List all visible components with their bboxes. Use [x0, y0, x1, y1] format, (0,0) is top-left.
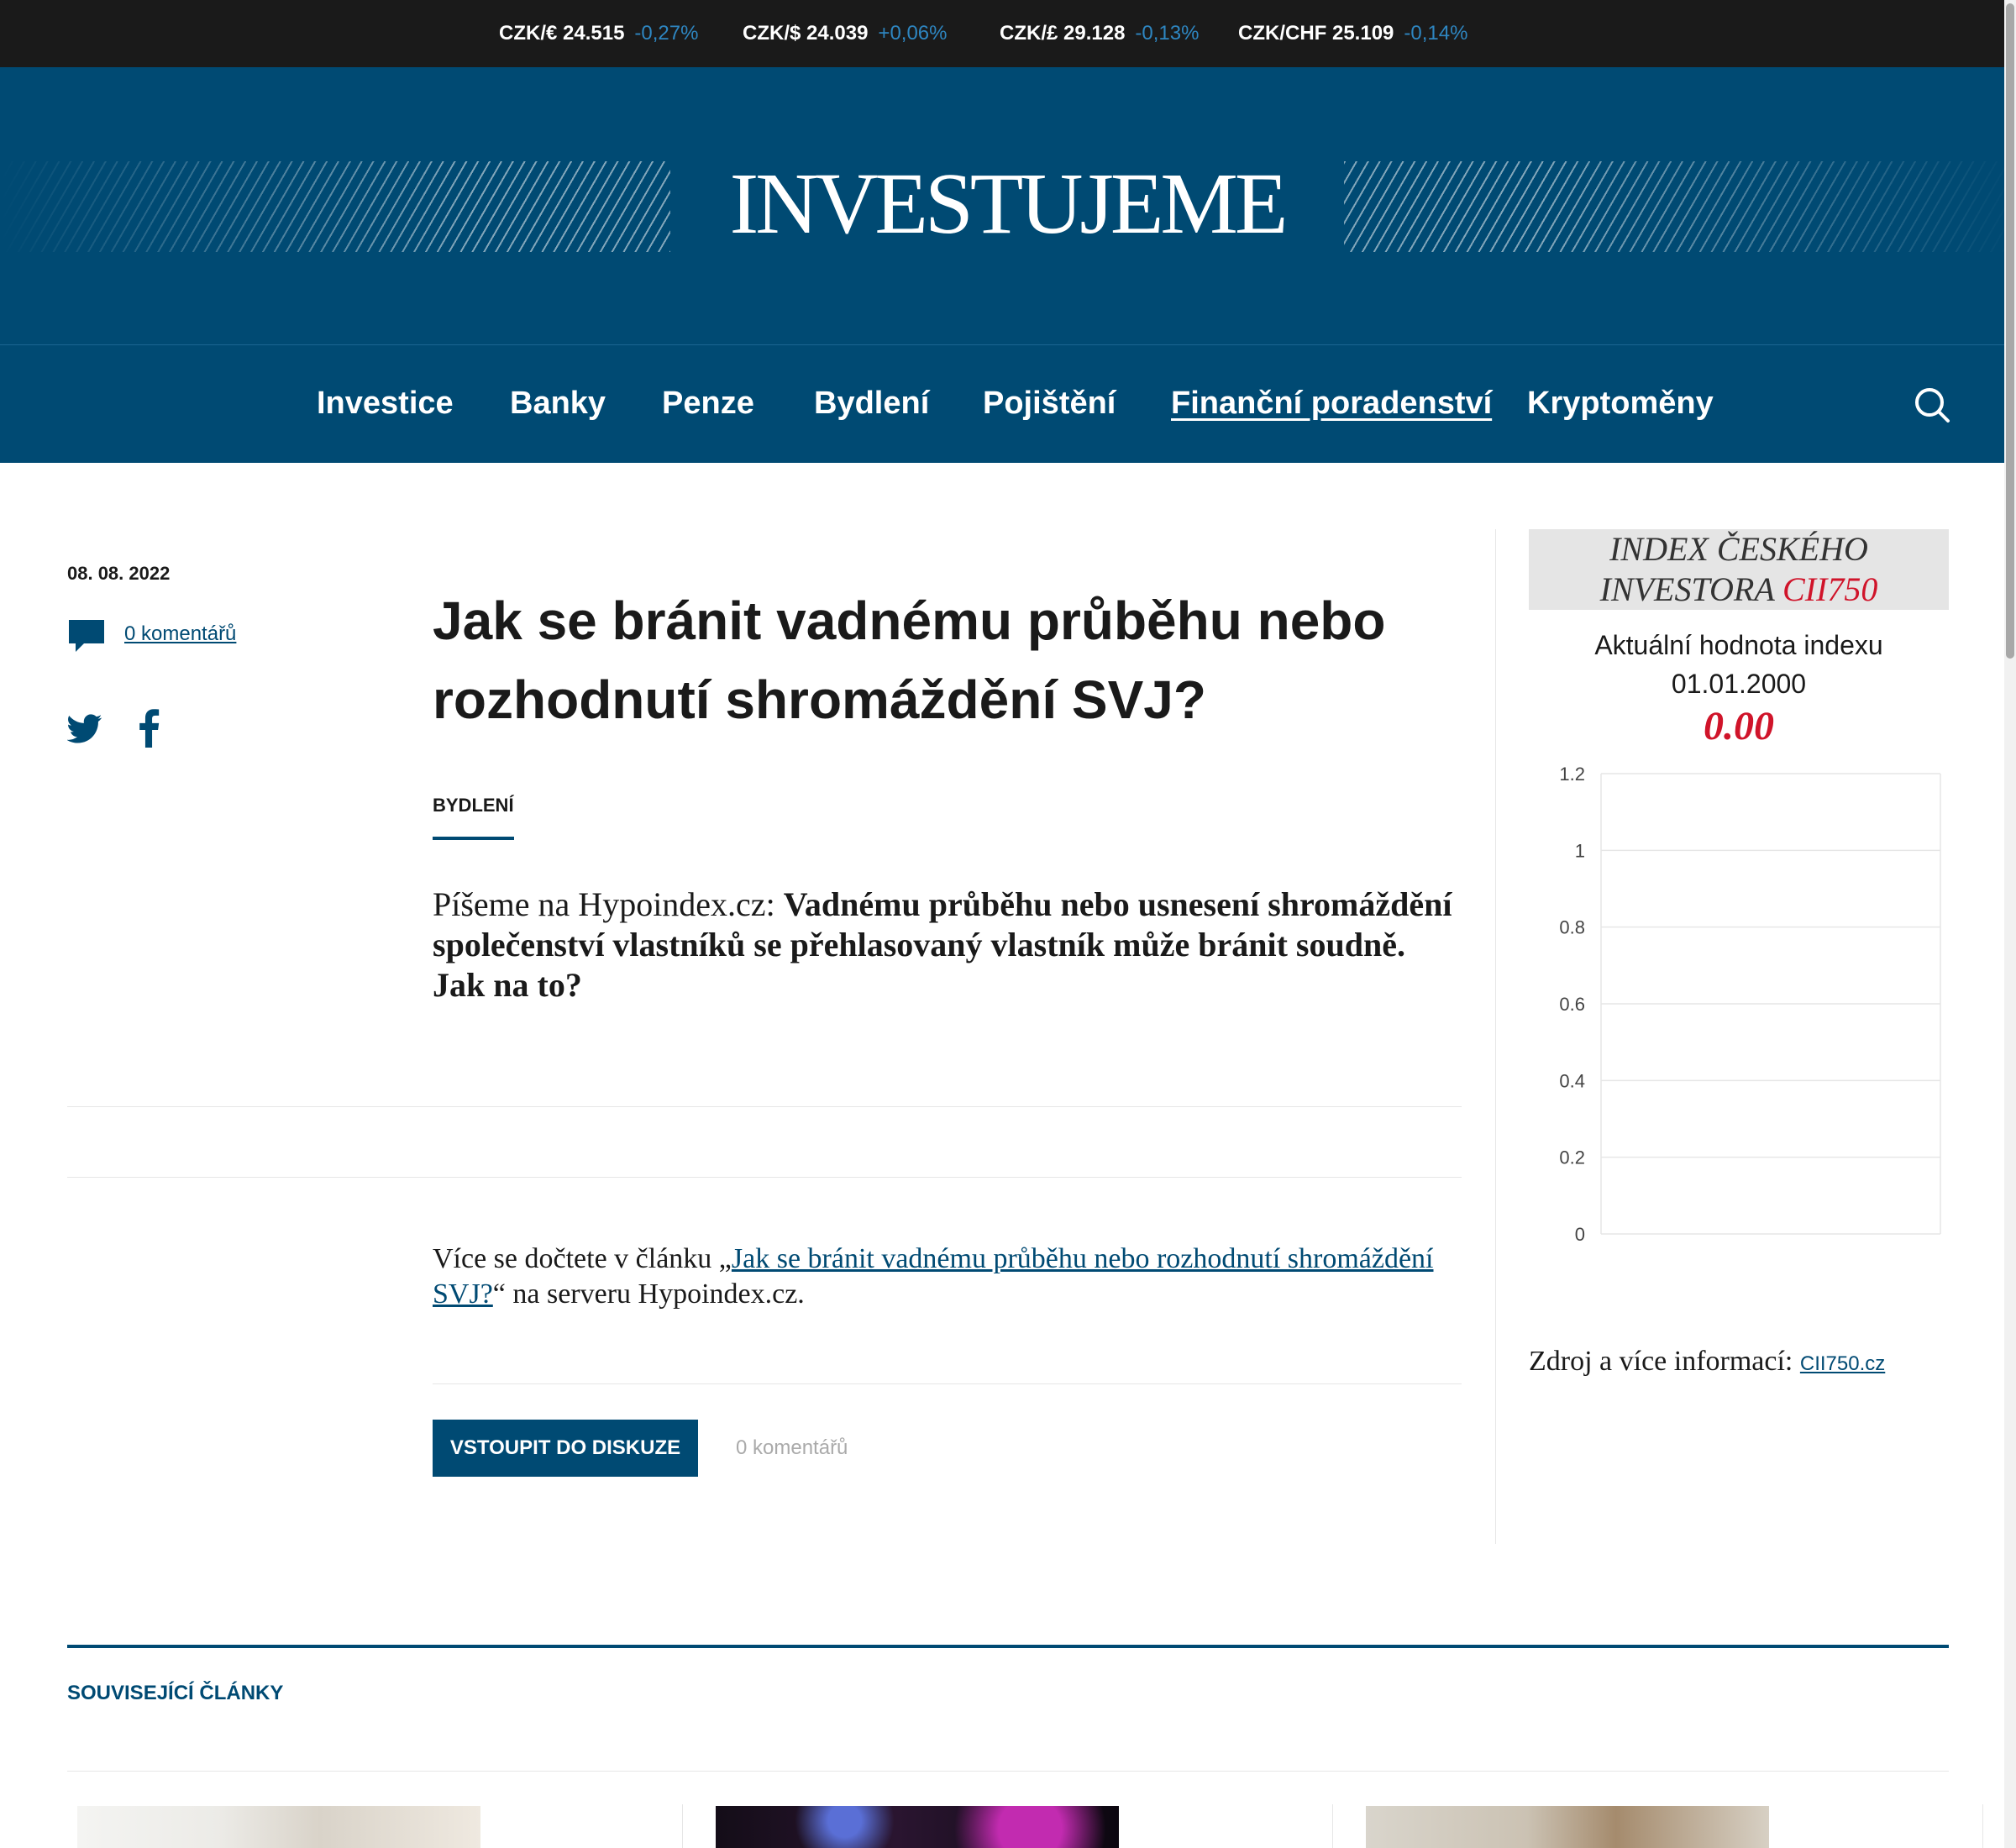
cii-value-date: 01.01.2000 [1671, 669, 1807, 699]
nav-item-kryptomeny[interactable]: Kryptoměny [1527, 382, 1714, 424]
nav-item-pojisteni[interactable]: Pojištění [983, 382, 1116, 424]
cii-source-link[interactable]: CII750.cz [1800, 1352, 1885, 1375]
article-title: Jak se bránit vadnému průběhu nebo rozho… [433, 591, 1386, 730]
divider [67, 1106, 1462, 1107]
cii-chart: 1.2 1 0.8 0.6 0.4 0.2 0 [1559, 764, 1941, 1245]
chart-grid [1600, 773, 1941, 1235]
page: CZK/€ 24.515 -0,27% CZK/$ 24.039 +0,06% CZ… [0, 0, 2016, 1848]
comments-link[interactable]: 0 komentářů [124, 622, 236, 647]
ticker-change: +0,06% [878, 22, 948, 45]
ticker-item-usd: CZK/$ 24.039 +0,06% [743, 20, 948, 47]
sidebar-divider [1495, 529, 1496, 1544]
comment-icon [69, 620, 104, 652]
card-divider [682, 1804, 683, 1848]
related-article-image[interactable] [77, 1806, 480, 1848]
ticker-pair: CZK/€ 24.515 [499, 22, 625, 45]
chart-y-tick-label: 1.2 [1559, 764, 1585, 785]
main-nav: Investice Banky Penze Bydlení Pojištění … [0, 344, 2016, 463]
facebook-icon[interactable] [134, 709, 163, 748]
divider [67, 1771, 1949, 1772]
perex-intro: Píšeme na Hypoindex.cz: [433, 885, 784, 923]
site-logo[interactable]: INVESTUJEME [670, 154, 1344, 255]
ticker-pair: CZK/$ 24.039 [743, 22, 869, 45]
search-button[interactable] [1914, 386, 1950, 423]
nav-item-financni-poradenstvi[interactable]: Finanční poradenství [1171, 382, 1492, 424]
nav-item-investice[interactable]: Investice [317, 382, 454, 424]
cii-source: Zdroj a více informací: CII750.cz [1529, 1344, 1885, 1382]
related-article-image[interactable] [716, 1806, 1119, 1848]
cii-title-accent: CII750 [1782, 570, 1878, 608]
chart-y-axis: 1.2 1 0.8 0.6 0.4 0.2 0 [1559, 764, 1585, 1245]
cii-source-label: Zdroj a více informací: [1529, 1346, 1800, 1377]
discussion-count: 0 komentářů [736, 1436, 848, 1459]
article-perex: Píšeme na Hypoindex.cz: Vadnému průběhu … [433, 885, 1457, 1005]
read-more-text: Více se dočtete v článku „Jak se bránit … [433, 1242, 1466, 1312]
nav-item-bydleni[interactable]: Bydlení [814, 382, 929, 424]
twitter-icon[interactable] [67, 711, 102, 746]
ticker-change: -0,27% [634, 22, 699, 45]
cii-widget-title: INDEX ČESKÉHO INVESTORA CII750 [1529, 529, 1949, 610]
ticker-item-eur: CZK/€ 24.515 -0,27% [499, 20, 698, 47]
article-date: 08. 08. 2022 [67, 563, 171, 584]
read-more-suffix: “ na serveru Hypoindex.cz. [492, 1278, 805, 1310]
nav-item-banky[interactable]: Banky [510, 382, 606, 424]
read-more-prefix: Více se dočtete v článku „ [433, 1243, 732, 1274]
related-article-image[interactable] [1366, 1806, 1769, 1848]
ticker-item-gbp: CZK/£ 29.128 -0,13% [1000, 20, 1199, 47]
article-category-tag[interactable]: BYDLENÍ [433, 793, 514, 840]
chart-y-tick-label: 1 [1575, 840, 1585, 861]
cii-value: 0.00 [1704, 704, 1774, 748]
chart-y-tick-label: 0.8 [1559, 917, 1585, 938]
related-articles-title: SOUVISEJÍCÍ ČLÁNKY [67, 1682, 284, 1704]
header-pattern-right [1344, 161, 2016, 252]
search-icon [1915, 388, 1950, 423]
ticker-pair: CZK/CHF 25.109 [1238, 22, 1394, 45]
chart-y-tick-label: 0.2 [1559, 1147, 1585, 1168]
enter-discussion-button[interactable]: VSTOUPIT DO DISKUZE [433, 1420, 698, 1477]
currency-ticker: CZK/€ 24.515 -0,27% CZK/$ 24.039 +0,06% CZ… [0, 0, 2016, 67]
cii-title-prefix: INVESTORA [1599, 570, 1783, 608]
header-pattern-left [0, 161, 670, 252]
chart-y-tick-label: 0 [1575, 1224, 1585, 1245]
site-header: INVESTUJEME [0, 67, 2016, 344]
card-divider [1982, 1804, 1983, 1848]
scrollbar-thumb[interactable] [2006, 3, 2014, 659]
ticker-change: -0,13% [1135, 22, 1200, 45]
cii-title-line1: INDEX ČESKÉHO [1609, 530, 1868, 568]
chart-y-tick-label: 0.4 [1559, 1070, 1585, 1091]
ticker-pair: CZK/£ 29.128 [1000, 22, 1126, 45]
cii-title-line2: INVESTORA CII750 [1529, 570, 1949, 610]
chart-y-tick-label: 0.6 [1559, 994, 1585, 1015]
card-divider [1332, 1804, 1333, 1848]
divider [67, 1177, 1462, 1178]
related-divider [67, 1645, 1949, 1648]
cii-value-label: Aktuální hodnota indexu [1594, 630, 1883, 660]
divider [433, 1383, 1462, 1384]
ticker-item-chf: CZK/CHF 25.109 -0,14% [1238, 20, 1467, 47]
ticker-change: -0,14% [1404, 22, 1468, 45]
nav-item-penze[interactable]: Penze [662, 382, 754, 424]
